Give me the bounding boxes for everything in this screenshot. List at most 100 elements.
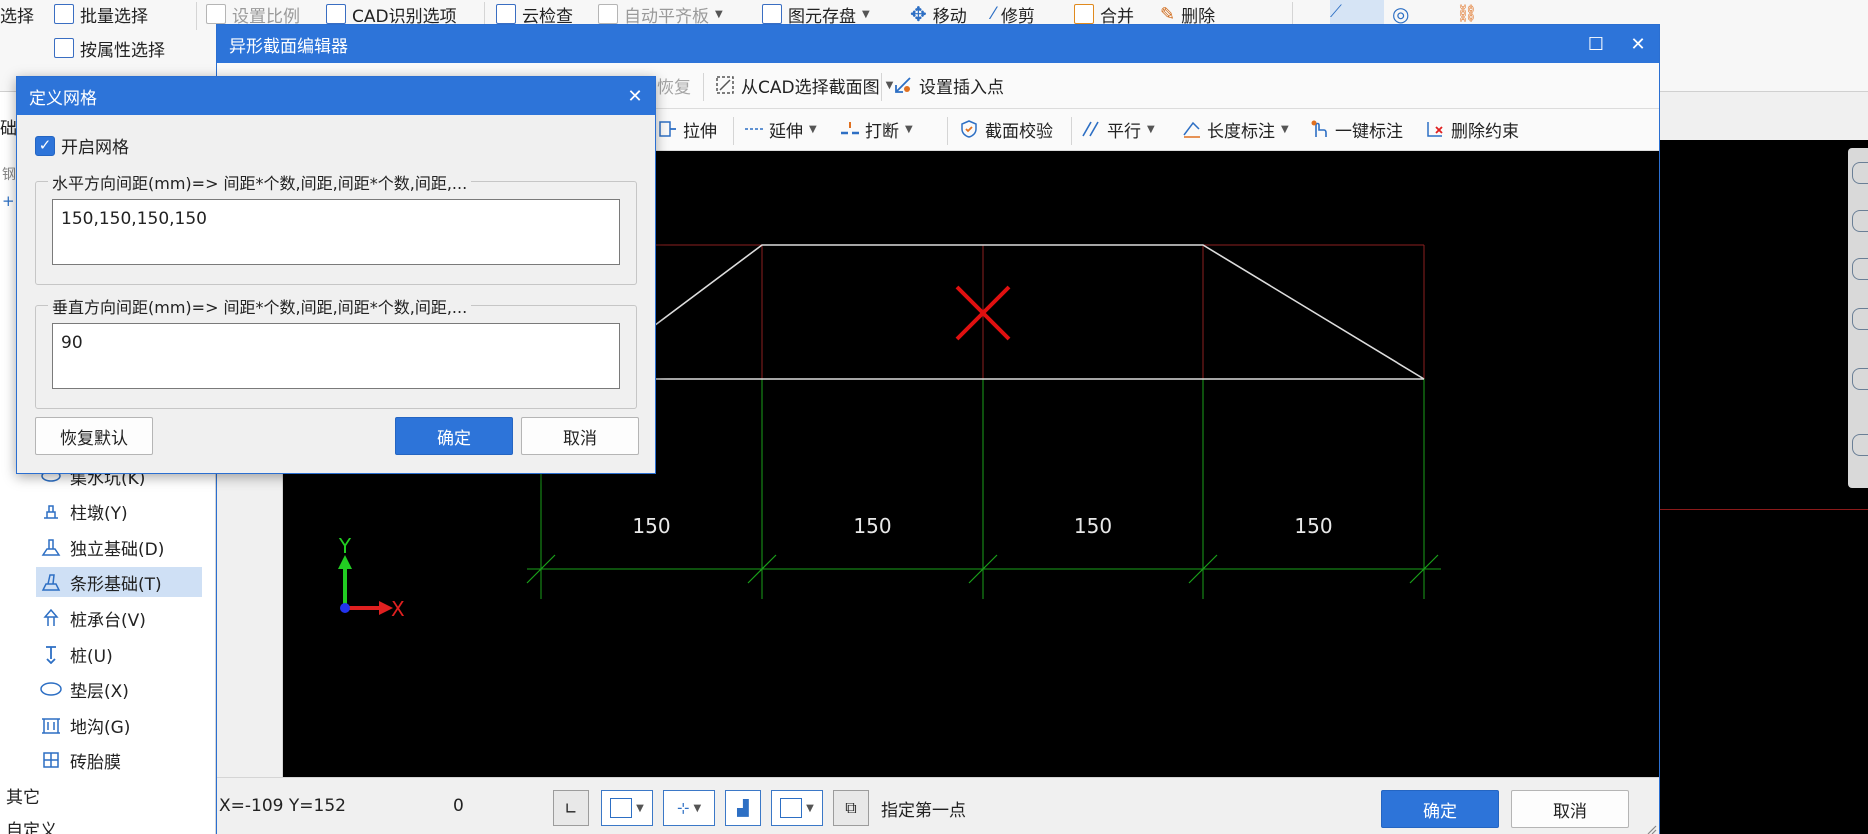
stretch-button[interactable]: 拉伸 — [657, 115, 717, 143]
length-dimension-label: 长度标注 — [1207, 121, 1275, 142]
batch-select-label: 批量选择 — [80, 6, 148, 27]
layers-icon[interactable] — [1852, 434, 1868, 456]
horizontal-spacing-legend: 水平方向间距(mm)=> 间距*个数,间距,间距*个数,间距,... — [48, 170, 472, 194]
merge-label: 合并 — [1100, 6, 1134, 27]
restore-default-button[interactable]: 恢复默认 — [35, 417, 153, 455]
tree-item-strip-footing[interactable]: 条形基础(T) — [36, 567, 202, 597]
tree-item-brick-mold[interactable]: 砖胎膜 — [36, 745, 202, 775]
dimension-label: 150 — [1074, 514, 1112, 538]
tree-item-isolated-footing[interactable]: 独立基础(D) — [36, 532, 202, 562]
lock-toggle[interactable]: ⧉ — [833, 790, 869, 826]
cloud-icon — [496, 4, 516, 24]
dimension-label: 150 — [853, 514, 891, 538]
tree-item-cushion-layer[interactable]: 垫层(X) — [36, 674, 202, 704]
delete-label: 删除 — [1181, 6, 1216, 27]
editor-ok-button[interactable]: 确定 — [1381, 790, 1499, 828]
restore-button[interactable]: 恢复 — [657, 71, 691, 99]
dialog-ok-button[interactable]: 确定 — [395, 417, 513, 455]
set-insert-point-label: 设置插入点 — [919, 77, 1004, 98]
scale-icon — [206, 4, 226, 24]
auto-align-label: 自动平齐板 — [624, 6, 709, 27]
tree-item-label: 地沟(G) — [70, 717, 131, 738]
extend-button[interactable]: 延伸 ▼ — [743, 115, 817, 143]
break-label: 打断 — [865, 121, 899, 142]
tree-item-pile[interactable]: 桩(U) — [36, 639, 202, 669]
draw-line-button[interactable]: ⟋ — [1330, 0, 1384, 24]
top-view-icon[interactable] — [1852, 258, 1868, 280]
attribute-select-button[interactable]: 按属性选择 — [54, 34, 165, 62]
select-tool[interactable]: 选择 — [0, 0, 34, 28]
editor-cancel-button[interactable]: 取消 — [1511, 790, 1629, 828]
align-icon — [598, 4, 618, 24]
horizontal-spacing-input[interactable]: 150,150,150,150 — [52, 199, 620, 265]
grid-display-toggle[interactable]: ▼ — [771, 790, 823, 826]
select-from-cad-label: 从CAD选择截面图 — [741, 77, 880, 98]
chevron-down-icon: ▼ — [1281, 123, 1289, 135]
network-icon: ⛓ — [1456, 4, 1478, 24]
view-3d-icon[interactable] — [1852, 210, 1868, 232]
snap-toggle[interactable]: ▼ — [601, 790, 653, 826]
section-check-button[interactable]: 截面校验 — [959, 115, 1053, 143]
dialog-cancel-button[interactable]: 取消 — [521, 417, 639, 455]
dynamic-input-icon: ▟ — [737, 799, 749, 817]
set-insert-point-button[interactable]: 设置插入点 — [893, 71, 1004, 99]
break-button[interactable]: 打断 ▼ — [839, 115, 913, 143]
dialog-titlebar: 定义网格 — [17, 77, 655, 115]
dialog-title: 定义网格 — [29, 88, 97, 109]
toolbar-divider — [196, 2, 197, 30]
section-check-label: 截面校验 — [985, 121, 1053, 142]
ortho-icon: ∟ — [564, 798, 578, 818]
parallel-button[interactable]: 平行 ▼ — [1081, 115, 1155, 143]
length-dimension-button[interactable]: 长度标注 ▼ — [1181, 115, 1289, 143]
cancel-label: 取消 — [563, 428, 597, 449]
delete-constraint-icon — [1425, 119, 1445, 139]
maximize-icon[interactable]: ☐ — [1575, 25, 1617, 63]
ortho-toggle[interactable]: ∟ — [553, 790, 589, 826]
editor-titlebar: 异形截面编辑器 — [217, 25, 1659, 63]
tree-item-column-pier[interactable]: 柱墩(Y) — [36, 496, 202, 526]
auto-dimension-label: 一键标注 — [1335, 121, 1403, 142]
main-drawing-canvas[interactable] — [1660, 140, 1868, 834]
parallel-icon — [1081, 119, 1101, 139]
dynamic-input-toggle[interactable]: ▟ — [725, 790, 761, 826]
tree-item-label: 条形基础(T) — [70, 574, 162, 595]
select-label: 选择 — [0, 6, 34, 27]
front-view-icon[interactable] — [1852, 308, 1868, 330]
x-axis-label: X — [391, 597, 405, 621]
zoom-icon[interactable] — [1852, 162, 1868, 184]
batch-select-button[interactable]: 批量选择 — [54, 0, 148, 28]
pile-icon — [40, 644, 62, 664]
close-icon[interactable]: ✕ — [1617, 25, 1659, 63]
isolated-footing-icon — [40, 537, 62, 557]
checkbox-check-icon: ✓ — [35, 135, 55, 156]
origin-point — [340, 603, 350, 613]
select-section-from-cad-button[interactable]: 从CAD选择截面图 ▼ — [715, 71, 893, 99]
close-icon[interactable]: ✕ — [615, 77, 655, 115]
extend-icon — [743, 119, 763, 139]
chevron-down-icon: ▼ — [715, 8, 723, 20]
rotate-icon[interactable] — [1852, 368, 1868, 390]
toolbar-divider — [1071, 117, 1072, 145]
tree-item-trench[interactable]: 地沟(G) — [36, 710, 202, 740]
auto-dimension-button[interactable]: 一键标注 — [1309, 115, 1403, 143]
dimension-label: 150 — [632, 514, 670, 538]
object-snap-toggle[interactable]: ⊹ ▼ — [663, 790, 715, 826]
circle-icon: ◎ — [1392, 2, 1410, 26]
chevron-down-icon: ▼ — [1147, 123, 1155, 135]
trench-icon — [40, 715, 62, 735]
tree-item-pile-cap[interactable]: 桩承台(V) — [36, 603, 202, 633]
command-prompt: 指定第一点 — [881, 801, 966, 821]
ok-label: 确定 — [437, 428, 471, 449]
enable-grid-checkbox[interactable]: ✓ 开启网格 — [35, 133, 129, 158]
tree-item-label: 垫层(X) — [70, 681, 129, 702]
batch-select-icon — [54, 4, 74, 24]
tree-group-custom[interactable]: 自定义 — [6, 814, 57, 834]
vertical-spacing-group: 垂直方向间距(mm)=> 间距*个数,间距,间距*个数,间距,... 90 — [35, 294, 637, 409]
toolbar-divider — [703, 73, 704, 101]
tree-header-fragment: 础 — [0, 119, 17, 139]
resize-grip-icon[interactable] — [1645, 821, 1657, 834]
add-icon[interactable]: + — [2, 192, 15, 210]
tree-group-other[interactable]: 其它 — [6, 781, 40, 809]
delete-constraint-button[interactable]: 删除约束 — [1425, 115, 1519, 143]
vertical-spacing-input[interactable]: 90 — [52, 323, 620, 389]
